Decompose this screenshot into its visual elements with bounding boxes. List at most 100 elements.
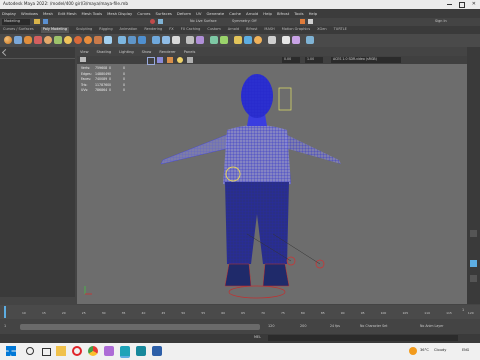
bridge-icon[interactable] xyxy=(152,36,160,44)
shelf-tab[interactable]: Custom xyxy=(207,28,220,32)
shelf-tab[interactable]: Rendering xyxy=(144,28,162,32)
color-space-select[interactable]: ACES 1.0 SDR-video (sRGB) xyxy=(331,57,401,63)
cylinder-icon[interactable] xyxy=(24,36,32,44)
shelf-tab[interactable]: Animation xyxy=(120,28,138,32)
lights-icon[interactable] xyxy=(177,57,183,63)
plane-icon[interactable] xyxy=(54,36,62,44)
sculpt-icon[interactable] xyxy=(268,36,276,44)
cube-icon[interactable] xyxy=(14,36,22,44)
helix-icon[interactable] xyxy=(84,36,92,44)
menu-item[interactable]: Mesh Display xyxy=(107,11,132,16)
render-icon[interactable] xyxy=(300,19,305,24)
right-boot[interactable] xyxy=(262,263,290,287)
file-explorer-icon[interactable] xyxy=(56,346,66,356)
viewport-menu-item[interactable]: Show xyxy=(142,50,152,55)
paint-icon[interactable] xyxy=(104,346,114,356)
render-settings-icon[interactable] xyxy=(308,19,313,24)
combine-icon[interactable] xyxy=(118,36,126,44)
shelf-tab[interactable]: FX xyxy=(169,28,173,32)
insert-loop-icon[interactable] xyxy=(172,36,180,44)
separate-icon[interactable] xyxy=(128,36,136,44)
minimize-icon[interactable] xyxy=(446,4,452,5)
shelf-tab-active[interactable]: Poly Modeling xyxy=(40,27,69,33)
folder-icon[interactable] xyxy=(34,19,40,24)
multi-cut-icon[interactable] xyxy=(186,36,194,44)
photos-icon[interactable] xyxy=(152,346,162,356)
menu-item[interactable]: Deform xyxy=(177,11,191,16)
menu-item[interactable]: Curves xyxy=(137,11,150,16)
character-set-select[interactable]: No Character Set xyxy=(360,324,387,328)
menu-item[interactable]: Arnold xyxy=(246,11,258,16)
menu-item[interactable]: Help xyxy=(309,11,318,16)
opera-icon[interactable] xyxy=(72,346,82,356)
shelf-tab[interactable]: TURTLE xyxy=(334,28,347,32)
menu-item[interactable]: Surfaces xyxy=(155,11,171,16)
input-language[interactable]: ENG xyxy=(462,348,469,352)
mirror-icon[interactable] xyxy=(210,36,218,44)
anim-end-field[interactable]: 200 xyxy=(300,324,306,328)
textured-icon[interactable] xyxy=(167,57,173,63)
menu-item[interactable]: Help xyxy=(263,11,272,16)
exposure-field[interactable]: 0.00 xyxy=(282,57,300,63)
panel-tab[interactable] xyxy=(470,275,477,282)
gamma-field[interactable]: 1.00 xyxy=(305,57,323,63)
viewport-menu-item[interactable]: Renderer xyxy=(159,50,175,55)
windows-start-icon[interactable] xyxy=(6,346,16,356)
maya-icon-2[interactable] xyxy=(136,346,146,356)
chrome-icon[interactable] xyxy=(88,346,98,356)
live-surface-label[interactable]: No Live Surface xyxy=(190,19,217,23)
planar-map-icon[interactable] xyxy=(244,36,252,44)
fps-select[interactable]: 24 fps xyxy=(330,324,340,328)
shaded-icon[interactable] xyxy=(157,57,163,63)
viewport-menu-item[interactable]: Lighting xyxy=(119,50,134,55)
maya-icon[interactable] xyxy=(120,346,130,358)
freeze-icon[interactable] xyxy=(282,36,290,44)
menu-item[interactable]: Display xyxy=(2,11,16,16)
menu-item[interactable]: Mesh Tools xyxy=(82,11,103,16)
shelf-tab[interactable]: MASH xyxy=(264,28,274,32)
script-language-label[interactable]: MEL xyxy=(254,335,261,339)
panel-collapse-icon[interactable] xyxy=(1,48,10,57)
center-pivot-icon[interactable] xyxy=(292,36,300,44)
left-boot[interactable] xyxy=(224,263,252,287)
target-weld-icon[interactable] xyxy=(196,36,204,44)
symmetry-label[interactable]: Symmetry: Off xyxy=(232,19,257,23)
task-view-icon[interactable] xyxy=(42,348,51,356)
mode-selector[interactable]: Modeling xyxy=(4,19,20,24)
sphere-icon[interactable] xyxy=(4,36,12,44)
range-end-field[interactable]: 120 xyxy=(268,324,274,328)
close-icon[interactable]: ✕ xyxy=(472,2,476,8)
face-control[interactable] xyxy=(278,87,292,111)
bevel-icon[interactable] xyxy=(162,36,170,44)
viewport-menu-item[interactable]: Shading xyxy=(97,50,112,55)
menu-item[interactable]: Generate xyxy=(206,11,224,16)
viewport-panel[interactable]: View Shading Lighting Show Renderer Pane… xyxy=(77,49,467,304)
shelf-tab[interactable]: Sculpting xyxy=(76,28,92,32)
super-shape-icon[interactable] xyxy=(104,36,112,44)
auto-map-icon[interactable] xyxy=(254,36,262,44)
shelf-tab[interactable]: Bifrost xyxy=(246,28,257,32)
menu-item[interactable]: Windows xyxy=(21,11,38,16)
shelf-tab[interactable]: Motion Graphics xyxy=(282,28,310,32)
pipe-icon[interactable] xyxy=(74,36,82,44)
command-input[interactable] xyxy=(268,335,458,341)
shelf-tab[interactable]: Arnold xyxy=(228,28,239,32)
range-start-field[interactable]: 1 xyxy=(4,324,6,328)
isolate-icon[interactable] xyxy=(187,57,193,63)
menu-item[interactable]: Edit Mesh xyxy=(58,11,77,16)
time-slider[interactable]: 5 10 15 20 25 30 35 40 45 50 55 60 65 70… xyxy=(0,305,480,319)
character-model[interactable] xyxy=(77,64,467,304)
extrude-icon[interactable] xyxy=(138,36,146,44)
shelf-tab[interactable]: FX Caching xyxy=(181,28,201,32)
save-icon[interactable] xyxy=(43,19,48,24)
menu-item[interactable]: Bifrost xyxy=(277,11,289,16)
menu-item[interactable]: Tools xyxy=(294,11,303,16)
range-slider-bar[interactable] xyxy=(20,324,260,330)
shelf-tab[interactable]: Curves / Surfaces xyxy=(3,28,34,32)
search-icon[interactable] xyxy=(26,347,34,355)
disc-icon[interactable] xyxy=(64,36,72,44)
viewport-menu-item[interactable]: Panels xyxy=(184,50,196,55)
camera-icon[interactable] xyxy=(80,57,86,62)
smooth-icon[interactable] xyxy=(220,36,228,44)
menu-item[interactable]: Mesh xyxy=(43,11,53,16)
